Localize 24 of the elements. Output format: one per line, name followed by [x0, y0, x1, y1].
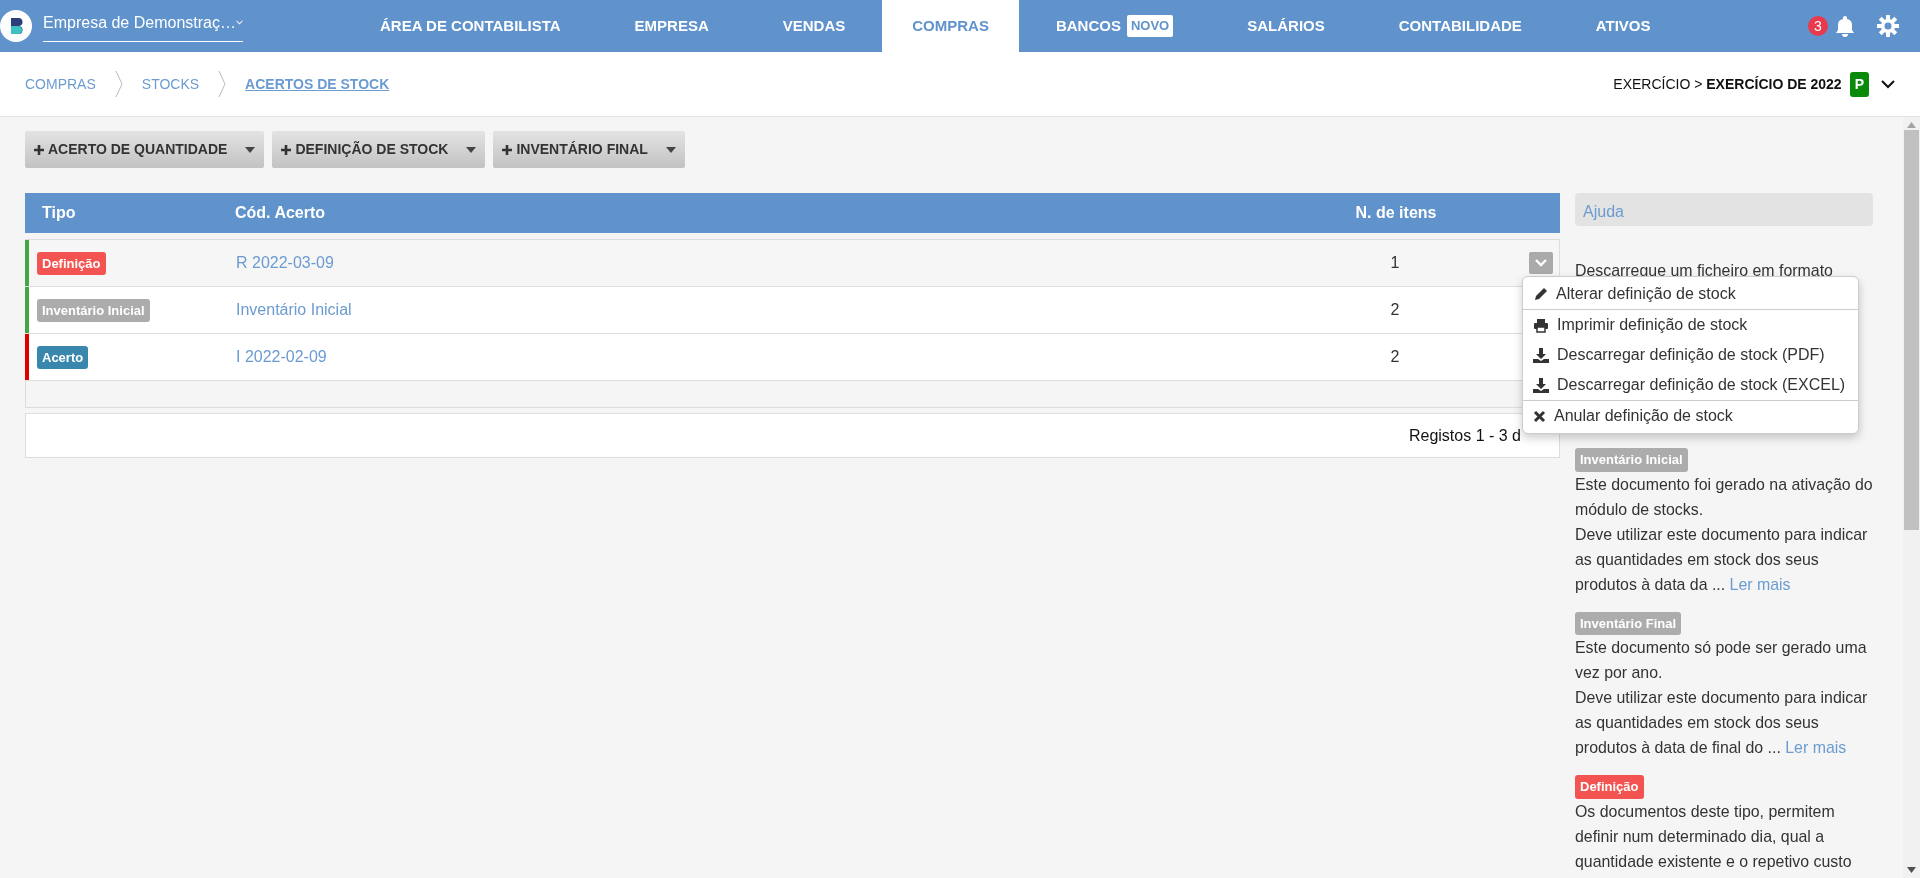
- column-header: N. de itens: [1354, 203, 1438, 223]
- help-text: Deve utilizar este documento para indicar as quantidades em stock dos seus produtos à data de final do ... Ler mais: [1575, 688, 1869, 758]
- type-tag: Inventário Inicial: [37, 298, 150, 323]
- status-badge: P: [1849, 71, 1869, 97]
- type-tag: Definição: [37, 251, 106, 276]
- help-text: Os documentos deste tipo, permitem definir num determinado dia, qual a quantidade existente e o repetivo custo: [1575, 801, 1853, 872]
- type-tag: Acerto: [37, 345, 89, 370]
- item-count: 1: [1390, 254, 1400, 271]
- item-count: 2: [1390, 348, 1400, 365]
- pagination-info: Registos 1 - 3 d: [1408, 425, 1521, 446]
- help-text: Descarregue um ficheiro em formato: [1575, 261, 1834, 281]
- help-header: Ajuda: [1575, 193, 1873, 226]
- type-tag: Definição: [1575, 775, 1644, 799]
- help-text: Deve utilizar este documento para indicar as quantidades em stock dos seus produtos à data da ... Ler mais: [1575, 524, 1869, 595]
- help-text: Este documento foi gerado na ativação do módulo de stocks.: [1575, 474, 1873, 520]
- notification-count: 3: [1808, 16, 1828, 36]
- fiscal-year-label: EXERCÍCIO > EXERCÍCIO DE 2022: [1613, 74, 1842, 94]
- column-header: Cód. Acerto: [235, 203, 327, 223]
- type-tag: Inventário Inicial: [1575, 448, 1688, 472]
- item-count: 2: [1390, 301, 1400, 318]
- help-text: Este documento só pode ser gerado uma vez por ano.: [1575, 638, 1868, 683]
- new-badge: NOVO: [1126, 15, 1174, 37]
- column-header: Tipo: [41, 203, 77, 223]
- type-tag: Inventário Final: [1575, 611, 1682, 635]
